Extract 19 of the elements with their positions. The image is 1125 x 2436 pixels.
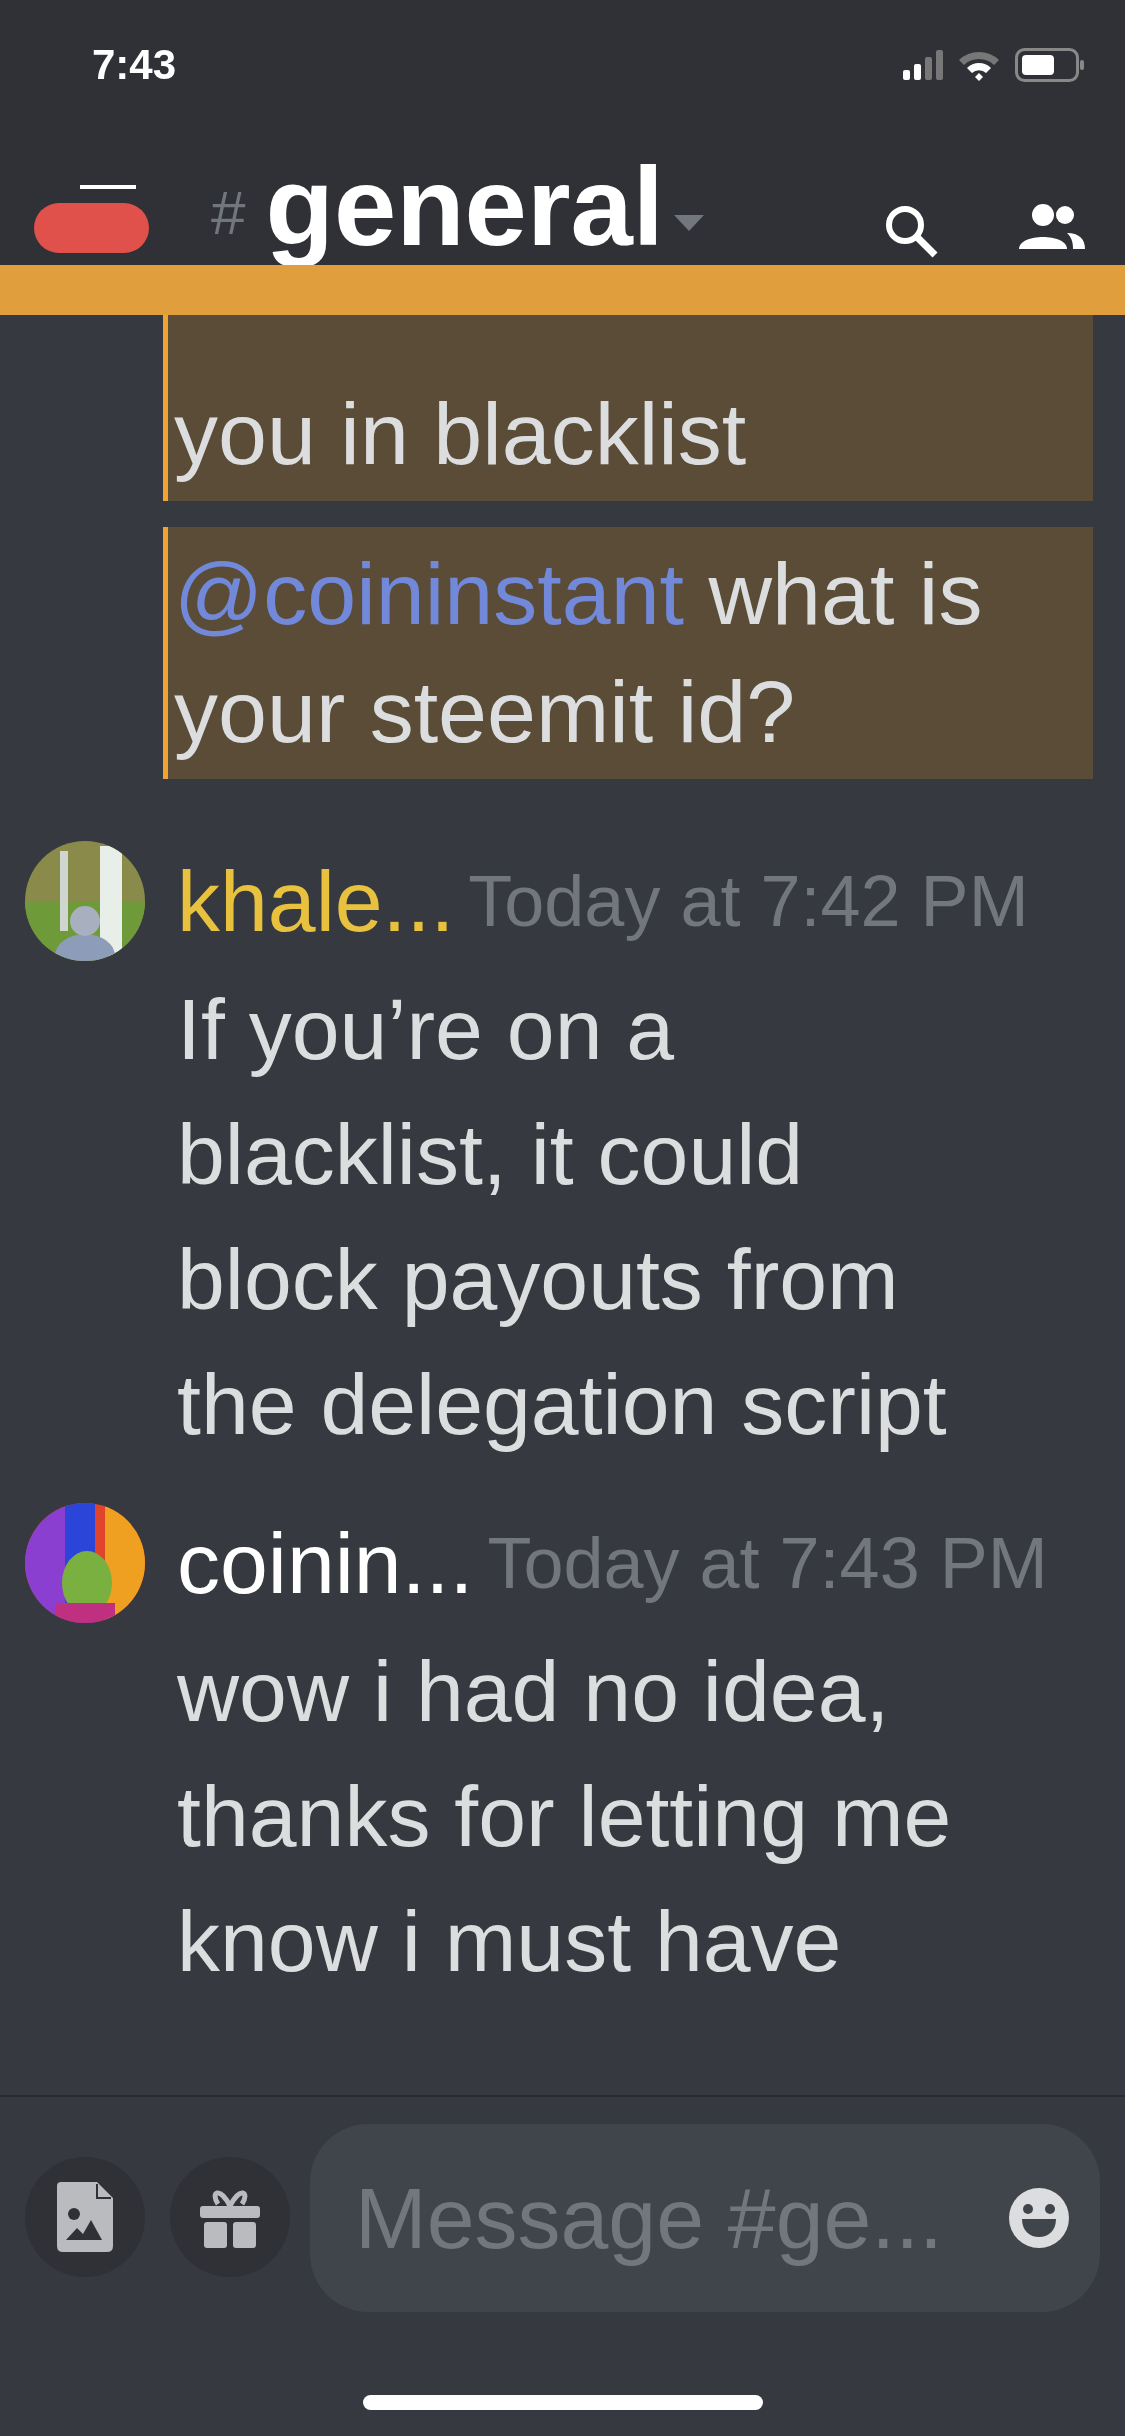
- emoji-icon[interactable]: [1008, 2187, 1070, 2249]
- channel-title[interactable]: general: [265, 145, 664, 269]
- wifi-icon: [957, 49, 1001, 81]
- message-text: wow i had no idea, thanks for letting me know i must have: [177, 1642, 953, 1991]
- message-timestamp: Today at 7:43 PM: [487, 1522, 1048, 1604]
- message-timestamp: Today at 7:42 PM: [468, 860, 1029, 942]
- search-icon[interactable]: [883, 203, 939, 259]
- message-text: If you’re on a blacklist, it could block payouts from the delegation script: [177, 980, 948, 1454]
- signal-icon: [903, 50, 943, 80]
- channel-hash: #: [211, 177, 246, 248]
- author-name[interactable]: coinin...: [177, 1513, 474, 1613]
- image-icon: [57, 2182, 113, 2252]
- battery-icon: [1015, 48, 1085, 82]
- members-icon[interactable]: [1017, 203, 1085, 251]
- menu-button[interactable]: [34, 185, 149, 255]
- highlighted-message: @coininstant what is your steemit id?: [163, 527, 1093, 779]
- caret-icon[interactable]: [673, 215, 704, 231]
- status-time: 7:43: [92, 41, 177, 89]
- author-name[interactable]: khale...: [177, 851, 455, 951]
